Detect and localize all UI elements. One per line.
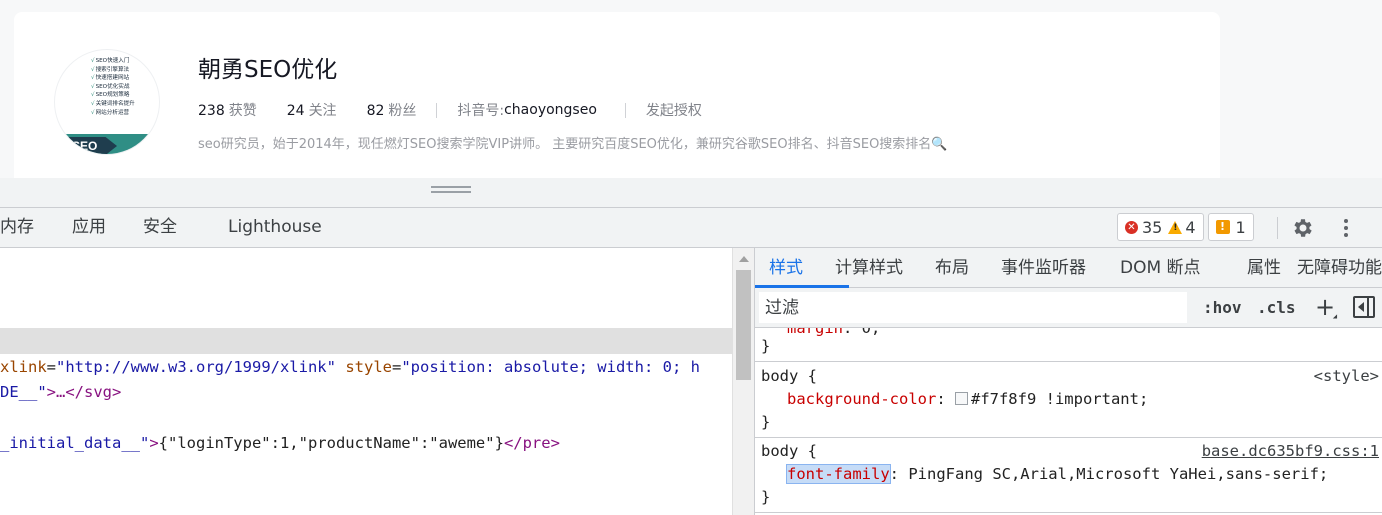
rule-source-link[interactable]: base.dc635bf9.css:1 — [1202, 439, 1379, 463]
stats-divider — [624, 102, 626, 118]
avatar-line: √SEO优化实战 — [91, 83, 130, 90]
warning-count: 4 — [1185, 217, 1196, 237]
dom-line-svg[interactable]: xlink="http://www.w3.org/1999/xlink" sty… — [0, 355, 700, 379]
css-selector[interactable]: body { — [761, 364, 817, 388]
avatar-text-lines: √SEO快速入门 √搜索引擎算法 √快速搭建网站 √SEO优化实战 √SEO规划… — [91, 57, 159, 117]
toolbar-divider — [1277, 217, 1278, 239]
stat-followers-label: 粉丝 — [388, 103, 417, 119]
css-declaration-background-color[interactable]: background-color: #f7f8f9 !important; — [787, 387, 1148, 411]
drag-grip-icon — [431, 186, 471, 193]
color-swatch-icon[interactable] — [954, 392, 968, 405]
tab-styles[interactable]: 样式 — [769, 248, 803, 288]
grant-authorization-link[interactable]: 发起授权 — [646, 100, 702, 120]
hov-toggle-button[interactable]: :hov — [1203, 296, 1242, 320]
douyin-id: chaoyongseo — [504, 102, 597, 118]
stats-divider — [436, 102, 438, 118]
stat-likes-label: 获赞 — [228, 103, 257, 119]
issue-icon: ! — [1215, 220, 1230, 234]
avatar-line: √SEO快速入门 — [91, 58, 130, 64]
devtools-main-toolbar: 内存 应用 安全 Lighthouse ✕ 35 ! 4 ! 1 — [0, 208, 1382, 248]
gear-icon[interactable] — [1291, 216, 1315, 240]
issue-counters: ✕ 35 ! 4 ! 1 — [1117, 213, 1258, 242]
stat-likes[interactable]: 238 获赞 — [198, 100, 257, 120]
devtools-resize-handle[interactable] — [0, 178, 1382, 208]
rule-divider — [755, 437, 1382, 438]
css-declaration[interactable]: margin: 0; — [787, 328, 880, 340]
error-icon: ✕ — [1125, 220, 1138, 234]
stat-following-label: 关注 — [308, 103, 337, 119]
issues-counter[interactable]: ! 1 — [1207, 213, 1254, 241]
styles-filter-input[interactable] — [759, 292, 1187, 323]
avatar[interactable]: √SEO快速入门 √搜索引擎算法 √快速搭建网站 √SEO优化实战 √SEO规划… — [54, 49, 160, 155]
stat-following[interactable]: 24 关注 — [287, 100, 337, 120]
tab-memory[interactable]: 内存 — [0, 208, 34, 247]
stat-likes-count: 238 — [198, 103, 225, 119]
profile-card: √SEO快速入门 √搜索引擎算法 √快速搭建网站 √SEO优化实战 √SEO规划… — [14, 12, 1220, 178]
profile-bio: seo研究员，始于2014年，现任燃灯SEO搜索学院VIP讲师。 主要研究百度S… — [198, 133, 948, 152]
tab-application[interactable]: 应用 — [72, 208, 106, 247]
styles-filter-toolbar: :hov .cls + — [755, 288, 1382, 328]
tab-security[interactable]: 安全 — [143, 208, 177, 247]
dom-line-svg-end[interactable]: DE__">…</svg> — [0, 380, 121, 404]
avatar-line: √网站分析运营 — [91, 109, 130, 116]
tab-lighthouse[interactable]: Lighthouse — [228, 208, 322, 247]
stat-followers[interactable]: 82 粉丝 — [367, 100, 417, 120]
tab-properties[interactable]: 属性 — [1247, 248, 1281, 288]
scroll-up-arrow-icon[interactable] — [739, 256, 749, 262]
css-declaration-font-family[interactable]: font-family: PingFang SC,Arial,Microsoft… — [786, 462, 1328, 486]
error-count: 35 — [1142, 217, 1163, 237]
dom-line-pre[interactable]: _initial_data__">{"loginType":1,"product… — [0, 431, 560, 455]
new-style-rule-plus-icon[interactable]: + — [1315, 294, 1337, 322]
css-selector[interactable]: body { — [761, 439, 817, 463]
user-name: 朝勇SEO优化 — [198, 57, 338, 83]
rule-divider — [755, 361, 1382, 362]
stat-followers-count: 82 — [366, 103, 385, 119]
more-options-icon[interactable] — [1336, 216, 1356, 240]
avatar-line: √关键词排名提升 — [91, 100, 135, 107]
page-viewport: √SEO快速入门 √搜索引擎算法 √快速搭建网站 √SEO优化实战 √SEO规划… — [0, 0, 1382, 178]
rule-close-brace: } — [761, 337, 771, 355]
rule-divider — [755, 512, 1382, 513]
douyin-id-label: 抖音号: — [457, 103, 505, 119]
stats-row: 238 获赞 24 关注 82 粉丝 抖音号: chaoyongseo 发起授权 — [198, 99, 702, 121]
style-rules-list: margin: 0; } body { <style> background-c… — [755, 328, 1382, 515]
rule-source-style-tag[interactable]: <style> — [1314, 364, 1379, 388]
stat-following-count: 24 — [286, 103, 305, 119]
tab-accessibility[interactable]: 无障碍功能 — [1297, 248, 1382, 288]
avatar-line: √快速搭建网站 — [91, 75, 130, 82]
tab-computed[interactable]: 计算样式 — [835, 248, 903, 288]
tab-event-listeners[interactable]: 事件监听器 — [1001, 248, 1086, 288]
tab-dom-breakpoints[interactable]: DOM 断点 — [1120, 248, 1201, 288]
toggle-sidebar-icon[interactable] — [1353, 296, 1375, 318]
highlighted-property-name[interactable]: font-family — [786, 464, 891, 484]
scrollbar-thumb[interactable] — [736, 270, 751, 380]
cls-toggle-button[interactable]: .cls — [1257, 296, 1296, 320]
avatar-line: √搜索引擎算法 — [91, 66, 130, 73]
magnifier-emoji-icon: 🔍 — [931, 137, 948, 152]
elements-dom-tree: xlink="http://www.w3.org/1999/xlink" sty… — [0, 248, 732, 515]
elements-scrollbar[interactable] — [732, 248, 754, 515]
warning-icon: ! — [1168, 220, 1183, 234]
rule-close-brace: } — [761, 488, 771, 506]
issue-count: 1 — [1235, 217, 1246, 237]
console-error-warning-counter[interactable]: ✕ 35 ! 4 — [1117, 213, 1204, 241]
bio-text: seo研究员，始于2014年，现任燃灯SEO搜索学院VIP讲师。 主要研究百度S… — [198, 137, 932, 152]
avatar-line: √SEO规划策略 — [91, 92, 130, 99]
styles-sidebar-tabs: 样式 计算样式 布局 事件监听器 DOM 断点 属性 无障碍功能 — [755, 248, 1382, 288]
selected-dom-node-row[interactable] — [0, 328, 732, 354]
styles-sidebar: 样式 计算样式 布局 事件监听器 DOM 断点 属性 无障碍功能 :hov .c… — [754, 248, 1382, 515]
rule-close-brace: } — [761, 413, 771, 431]
tab-layout[interactable]: 布局 — [935, 248, 969, 288]
